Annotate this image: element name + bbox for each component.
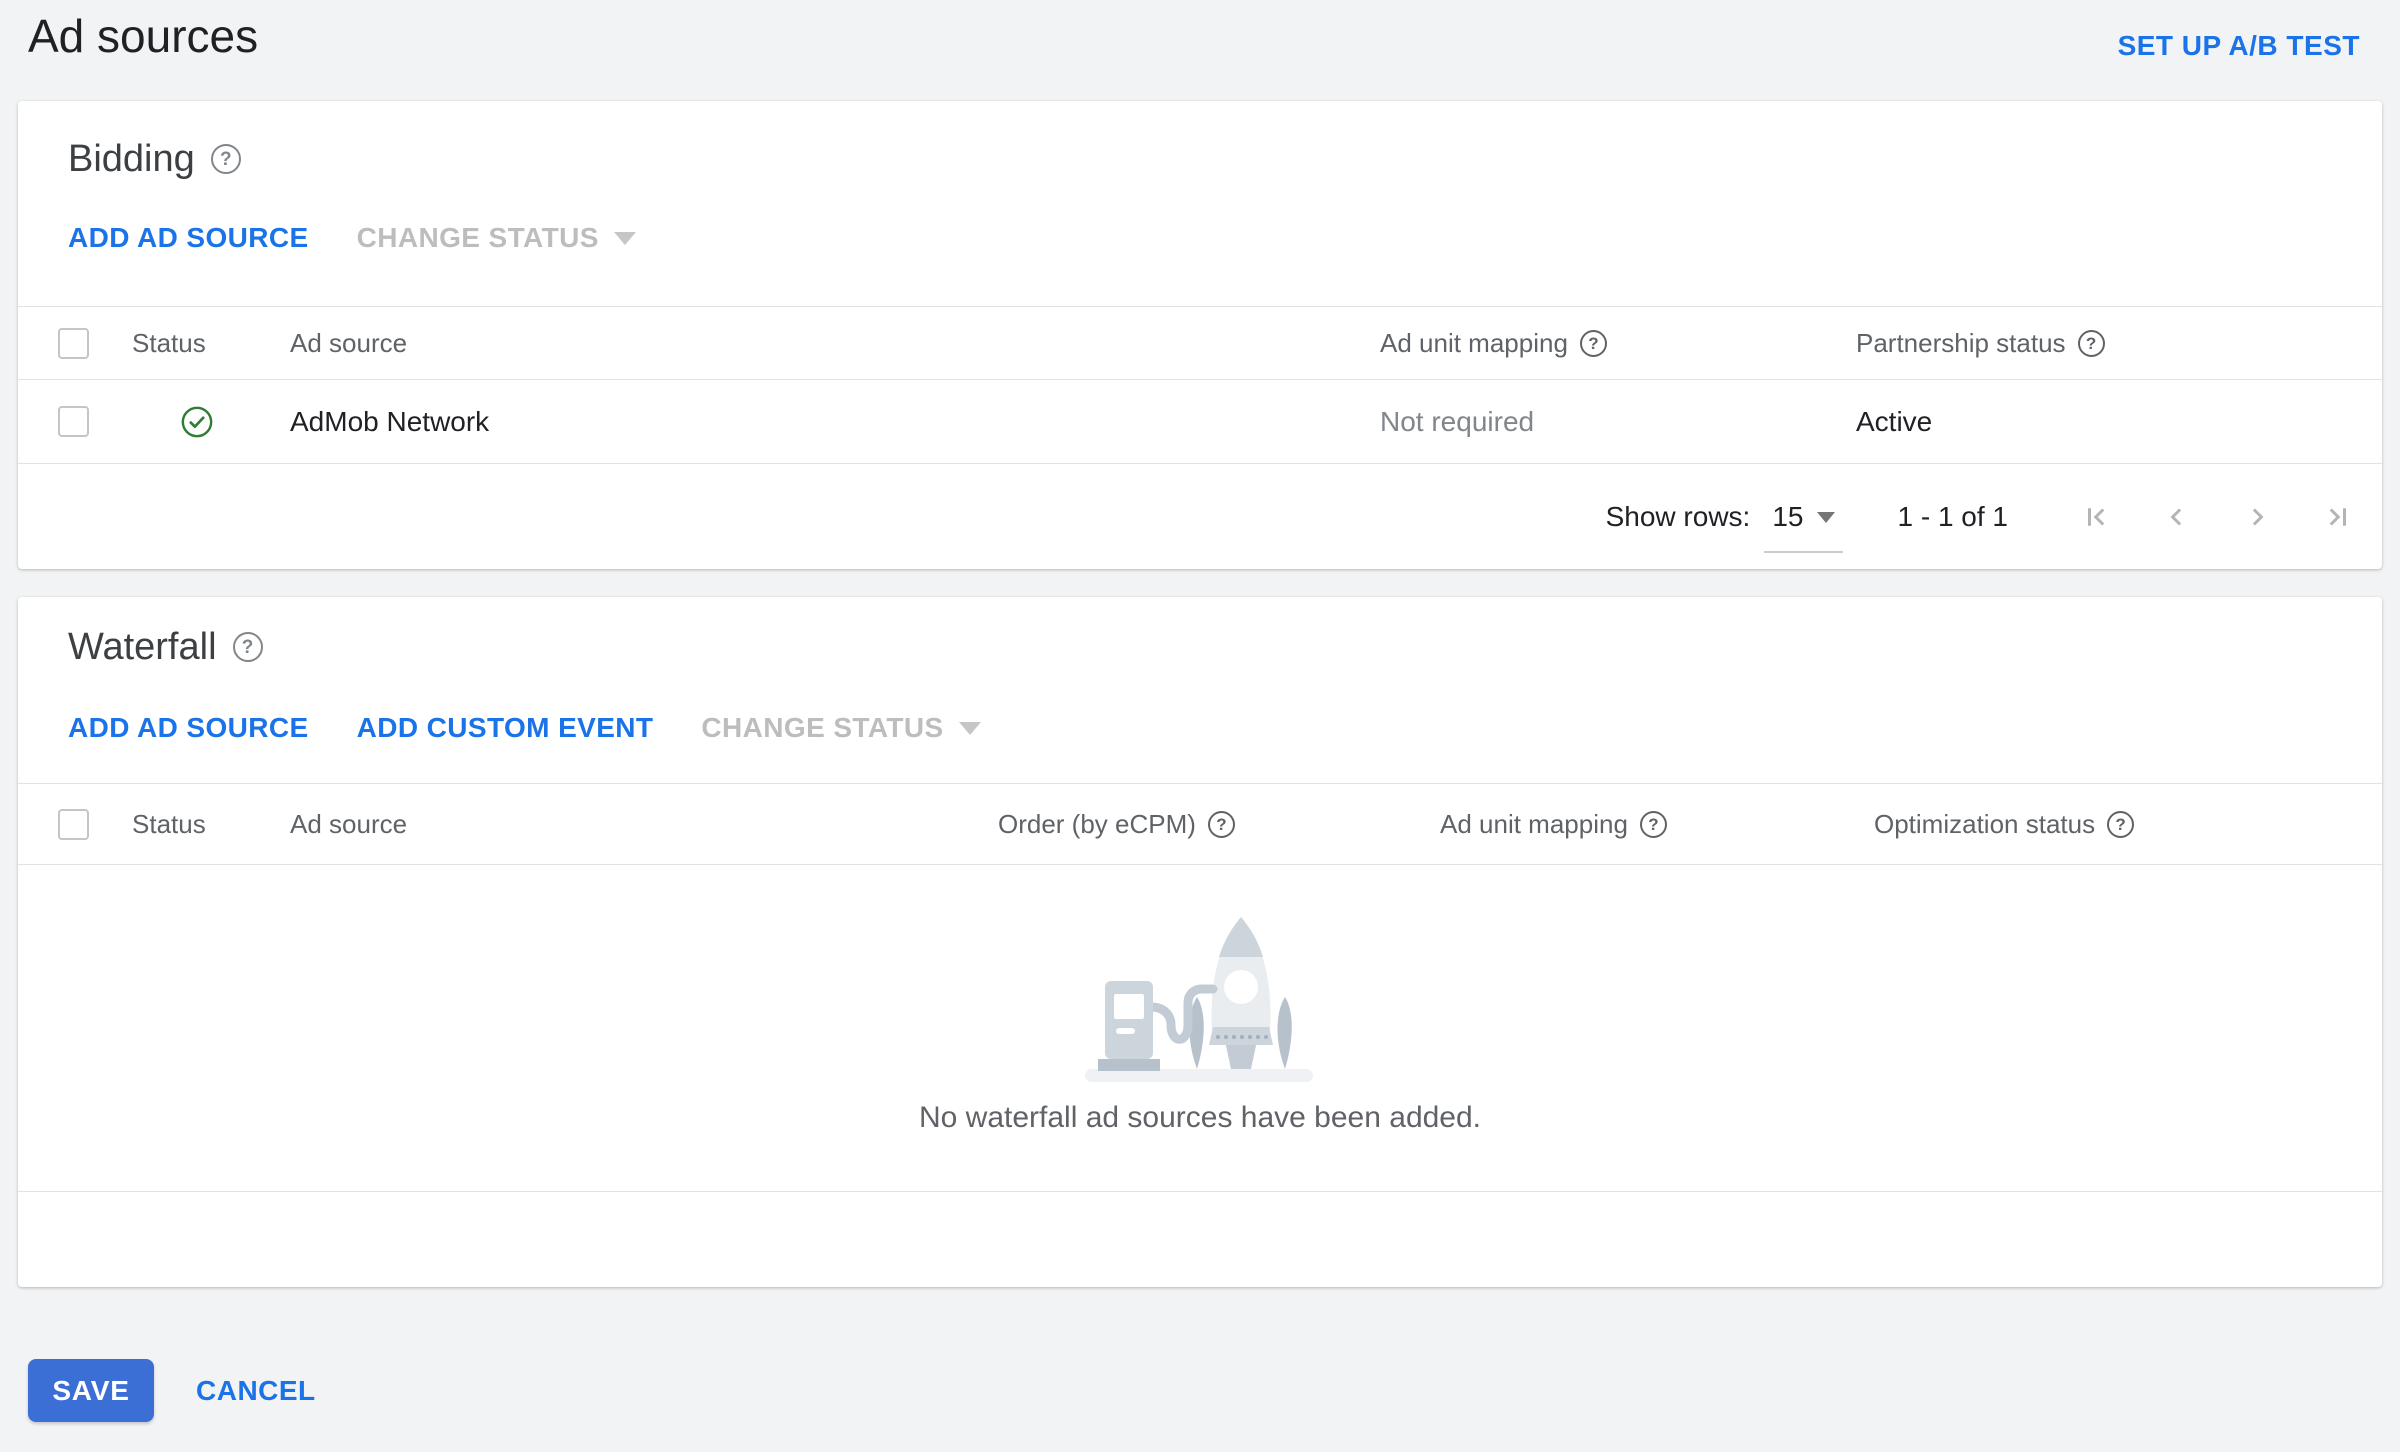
column-ad-unit-mapping: Ad unit mapping ?	[1440, 809, 1874, 840]
change-status-label: CHANGE STATUS	[701, 712, 944, 743]
waterfall-section-title: Waterfall ?	[18, 597, 2382, 669]
select-all-checkbox[interactable]	[58, 327, 89, 359]
chevron-down-icon	[613, 231, 636, 245]
table-row: AdMob Network Not required Active	[18, 380, 2382, 464]
page-header: Ad sources SET UP A/B TEST	[0, 0, 2400, 101]
help-icon[interactable]: ?	[1579, 329, 1607, 357]
ad-source-name: AdMob Network	[290, 405, 490, 437]
add-ad-source-button[interactable]: ADD AD SOURCE	[68, 714, 309, 742]
previous-page-button[interactable]	[2162, 502, 2192, 532]
waterfall-table-header: Status Ad source Order (by eCPM) ? Ad un…	[18, 783, 2382, 865]
column-ad-source: Ad source	[290, 808, 408, 839]
page-title: Ad sources	[28, 10, 259, 62]
column-partnership-status: Partnership status ?	[1856, 328, 2382, 359]
next-page-button[interactable]	[2242, 502, 2272, 532]
chevron-down-icon	[1817, 511, 1836, 523]
column-status: Status	[132, 327, 206, 358]
change-status-button[interactable]: CHANGE STATUS	[357, 224, 636, 252]
show-rows-label: Show rows:	[1605, 501, 1751, 532]
bidding-section-title: Bidding ?	[18, 101, 2382, 181]
chevron-down-icon	[958, 721, 981, 735]
ad-unit-mapping-value: Not required	[1380, 405, 1535, 437]
help-icon[interactable]: ?	[2107, 810, 2135, 838]
page-range: 1 - 1 of 1	[1897, 501, 2008, 532]
partnership-status-value: Active	[1856, 405, 1933, 437]
help-icon[interactable]: ?	[210, 144, 241, 174]
first-page-button[interactable]	[2082, 502, 2112, 532]
rocket-fuel-illustration	[1085, 917, 1313, 1082]
page-actions: SAVE CANCEL	[28, 1359, 2400, 1422]
waterfall-empty-state: No waterfall ad sources have been added.	[18, 865, 2382, 1192]
column-status: Status	[132, 808, 206, 839]
empty-state-message: No waterfall ad sources have been added.	[918, 1101, 1482, 1134]
bidding-title: Bidding	[68, 138, 195, 180]
help-icon[interactable]: ?	[1207, 810, 1235, 838]
cancel-button[interactable]: CANCEL	[190, 1374, 322, 1408]
rows-per-page-value: 15	[1772, 501, 1804, 532]
help-icon[interactable]: ?	[1639, 810, 1667, 838]
rows-per-page-select[interactable]: 15	[1764, 501, 1844, 553]
help-icon[interactable]: ?	[232, 632, 263, 662]
active-check-icon	[181, 406, 213, 437]
column-order-by-ecpm: Order (by eCPM) ?	[998, 809, 1440, 840]
last-page-button[interactable]	[2322, 502, 2352, 532]
help-icon[interactable]: ?	[2077, 329, 2105, 357]
add-ad-source-button[interactable]: ADD AD SOURCE	[68, 224, 309, 252]
select-all-checkbox[interactable]	[58, 808, 89, 840]
pager-controls	[2082, 502, 2352, 532]
change-status-label: CHANGE STATUS	[356, 222, 599, 253]
bidding-actions: ADD AD SOURCE CHANGE STATUS	[18, 224, 2382, 252]
waterfall-card: Waterfall ? ADD AD SOURCE ADD CUSTOM EVE…	[18, 597, 2382, 1287]
column-optimization-status: Optimization status ?	[1874, 809, 2382, 840]
bidding-pagination: Show rows: 15 1 - 1 of 1	[18, 464, 2382, 570]
bidding-table-header: Status Ad source Ad unit mapping ? Partn…	[18, 306, 2382, 380]
setup-ab-test-link[interactable]: SET UP A/B TEST	[2118, 30, 2360, 62]
waterfall-footer-strip	[18, 1192, 2382, 1287]
save-button[interactable]: SAVE	[28, 1359, 154, 1422]
waterfall-actions: ADD AD SOURCE ADD CUSTOM EVENT CHANGE ST…	[18, 714, 2382, 742]
change-status-button[interactable]: CHANGE STATUS	[701, 712, 981, 743]
row-checkbox[interactable]	[58, 406, 89, 437]
column-ad-unit-mapping: Ad unit mapping ?	[1380, 328, 1856, 359]
bidding-card: Bidding ? ADD AD SOURCE CHANGE STATUS St…	[18, 101, 2382, 569]
add-custom-event-button[interactable]: ADD CUSTOM EVENT	[357, 714, 654, 742]
status-cell	[132, 405, 290, 439]
column-ad-source: Ad source	[290, 327, 408, 358]
waterfall-title: Waterfall	[68, 626, 217, 668]
